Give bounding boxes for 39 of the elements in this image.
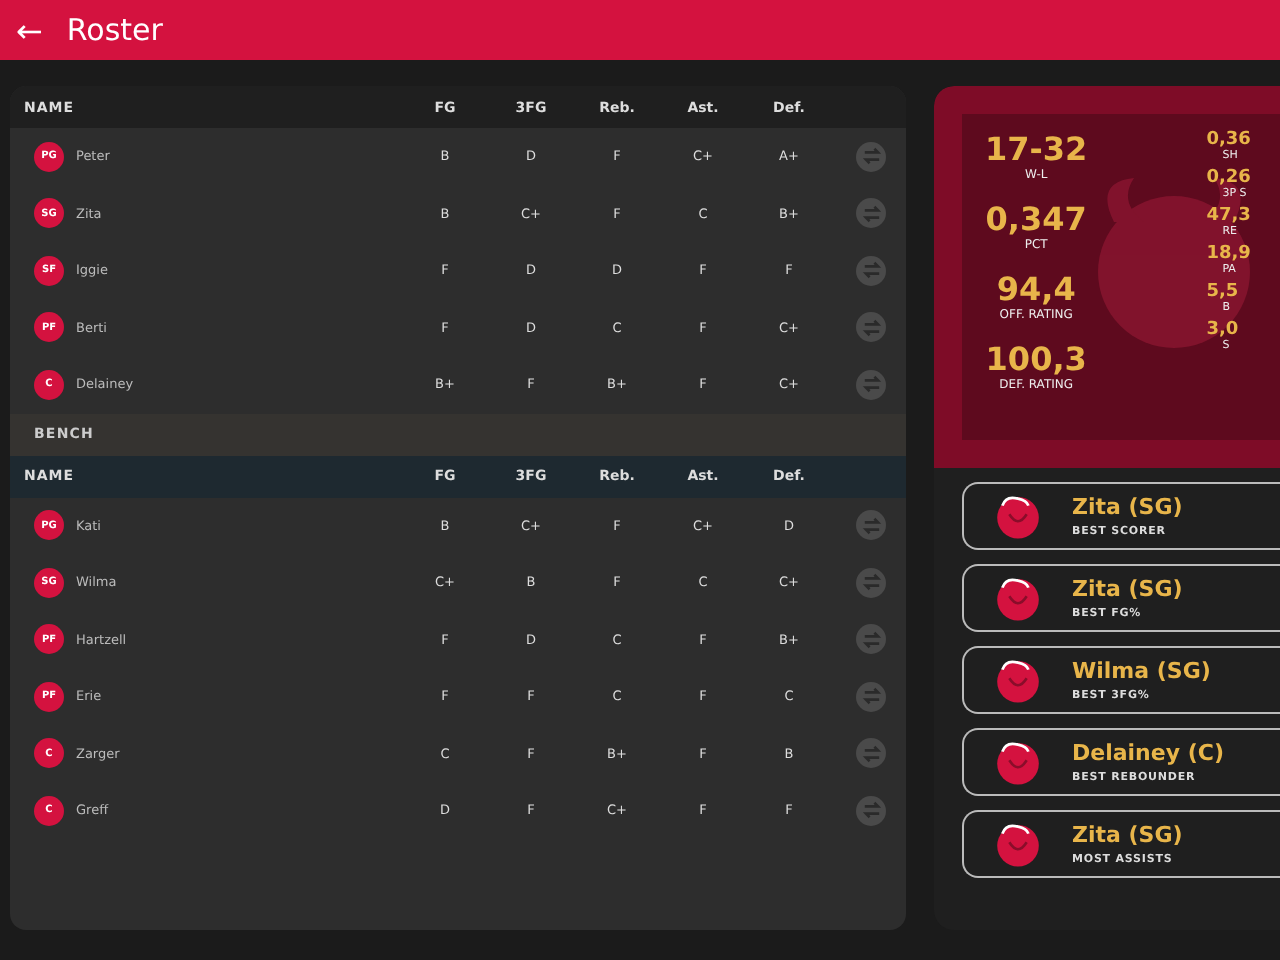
stat-value: 17-32	[985, 130, 1088, 168]
stat-value: 3,0	[1206, 320, 1239, 340]
swap-button[interactable]	[856, 141, 886, 172]
swap-button[interactable]	[856, 255, 886, 286]
stat-value: 94,4	[996, 270, 1076, 308]
stat-value: 18,9	[1206, 244, 1251, 264]
swap-arrows-icon	[859, 684, 883, 709]
swap-arrows-icon	[859, 372, 883, 397]
swap-button[interactable]	[856, 369, 886, 400]
swap-arrows-icon	[859, 741, 883, 766]
stat-value: 100,3	[985, 340, 1087, 378]
player-name: Wilma (SG)	[1072, 658, 1211, 684]
swap-button[interactable]	[856, 795, 886, 826]
swap-arrows-icon	[859, 258, 883, 283]
swap-arrows-icon	[859, 144, 883, 169]
swap-arrows-icon	[859, 627, 883, 652]
swap-arrows-icon	[859, 570, 883, 595]
swap-arrows-icon	[859, 513, 883, 538]
player-name: Zita (SG)	[1072, 822, 1183, 848]
page-title: Roster	[66, 12, 163, 48]
swap-button[interactable]	[856, 510, 886, 541]
player-name: Delainey (C)	[1072, 740, 1224, 766]
stat-value: 47,3	[1206, 206, 1251, 226]
swap-arrows-icon	[859, 315, 883, 340]
stat-value: 0,347	[985, 200, 1087, 238]
swap-button[interactable]	[856, 624, 886, 655]
swap-button[interactable]	[856, 681, 886, 712]
stat-value: 5,5	[1206, 282, 1239, 302]
swap-button[interactable]	[856, 567, 886, 598]
stat-value: 0,36	[1206, 130, 1251, 150]
swap-arrows-icon	[859, 798, 883, 823]
stat-value: 0,26	[1206, 168, 1251, 188]
back-button[interactable]: ←	[8, 11, 51, 49]
player-name: Zita (SG)	[1072, 576, 1183, 602]
swap-arrows-icon	[859, 201, 883, 226]
swap-button[interactable]	[856, 738, 886, 769]
player-name: Zita (SG)	[1072, 494, 1183, 520]
swap-button[interactable]	[856, 198, 886, 229]
swap-button[interactable]	[856, 312, 886, 343]
